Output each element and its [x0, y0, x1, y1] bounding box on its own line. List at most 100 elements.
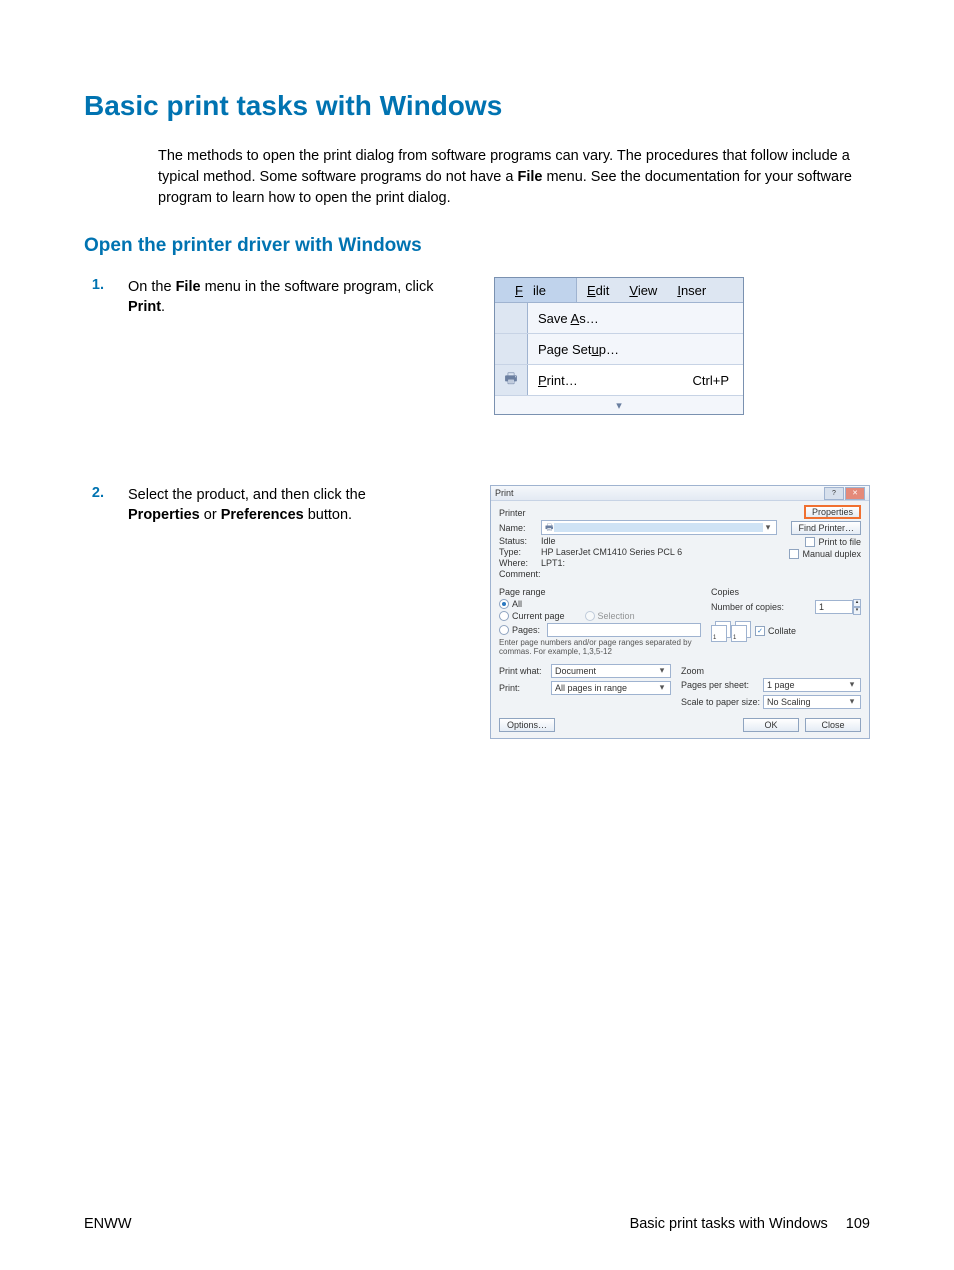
radio-current-page[interactable]: Current page — [499, 611, 565, 621]
menu-edit[interactable]: Edit — [577, 283, 619, 298]
checkbox-label: Collate — [768, 626, 796, 636]
chevron-down-icon: ▾ — [847, 679, 857, 690]
dropdown-value: No Scaling — [767, 697, 847, 707]
menu-item-print[interactable]: 🖶 Print… Ctrl+P — [495, 365, 743, 396]
page-range-hint: Enter page numbers and/or page ranges se… — [499, 639, 701, 657]
where-label: Where: — [499, 558, 541, 568]
radio-label: All — [512, 599, 522, 609]
print-dropdown[interactable]: All pages in range▾ — [551, 681, 671, 695]
checkbox-label: Manual duplex — [802, 549, 861, 559]
close-button[interactable]: Close — [805, 718, 861, 732]
checkbox-label: Print to file — [818, 537, 861, 547]
step-row: 1. On the File menu in the software prog… — [84, 277, 870, 415]
step-frag: button. — [304, 507, 352, 523]
radio-label: Pages: — [512, 625, 540, 635]
footer-section: Basic print tasks with Windows — [630, 1216, 828, 1232]
section-subtitle: Open the printer driver with Windows — [84, 235, 870, 257]
dropdown-value: 1 page — [767, 680, 847, 690]
status-label: Status: — [499, 536, 541, 546]
close-icon[interactable]: ✕ — [845, 487, 865, 500]
step-bold: Properties — [128, 507, 200, 523]
menu-view[interactable]: View — [619, 283, 667, 298]
dropdown-value: Document — [555, 666, 657, 676]
page-range-label: Page range — [499, 587, 701, 597]
step-row: 2. Select the product, and then click th… — [84, 485, 870, 739]
step-number: 1. — [84, 277, 104, 318]
printer-name-redacted — [554, 523, 764, 532]
radio-label: Selection — [598, 611, 635, 621]
find-printer-button[interactable]: Find Printer… — [791, 521, 861, 535]
dialog-title: Print — [495, 488, 514, 498]
step-number: 2. — [84, 485, 104, 526]
intro-paragraph: The methods to open the print dialog fro… — [158, 146, 870, 209]
radio-selection: Selection — [585, 611, 635, 621]
where-value: LPT1: — [541, 558, 565, 568]
menu-screenshot: File Edit View Inser Save As… Page Setup… — [494, 277, 744, 415]
properties-button[interactable]: Properties — [804, 505, 861, 519]
step-text: On the File menu in the software program… — [128, 277, 444, 318]
pages-per-sheet-label: Pages per sheet: — [681, 680, 763, 690]
menu-shortcut: Ctrl+P — [693, 365, 743, 395]
page-footer: ENWW Basic print tasks with Windows 109 — [84, 1216, 870, 1232]
printer-icon: 🖶 — [495, 365, 528, 395]
num-copies-label: Number of copies: — [711, 602, 815, 612]
menu-icon-placeholder — [495, 303, 528, 333]
step-frag: menu in the software program, click — [201, 279, 434, 295]
dropdown-value: All pages in range — [555, 683, 657, 693]
comment-label: Comment: — [499, 569, 541, 579]
step-text: Select the product, and then click the P… — [128, 485, 440, 526]
num-copies-input[interactable]: 1 — [815, 600, 853, 614]
intro-bold-file: File — [517, 169, 542, 185]
menu-icon-placeholder — [495, 334, 528, 364]
print-label: Print: — [499, 683, 551, 693]
print-dialog: Print ? ✕ Printer Name: — [490, 485, 870, 739]
step-bold: Print — [128, 299, 161, 315]
menu-file[interactable]: File — [495, 278, 577, 302]
step-frag: or — [200, 507, 221, 523]
menu-item-pagesetup[interactable]: Page Setup… — [495, 334, 743, 365]
collate-icon: 21 21 — [711, 621, 747, 641]
copies-label: Copies — [711, 587, 861, 597]
pages-input[interactable] — [547, 623, 701, 637]
printer-icon: 🖶 — [545, 520, 554, 536]
menu-bar: File Edit View Inser — [495, 278, 743, 303]
step-bold: Preferences — [221, 507, 304, 523]
type-label: Type: — [499, 547, 541, 557]
num-copies-value: 1 — [819, 602, 824, 612]
page-title: Basic print tasks with Windows — [84, 90, 870, 122]
menu-expand-chevron-icon[interactable]: ▾ — [495, 396, 743, 414]
radio-pages[interactable]: Pages: — [499, 623, 701, 637]
step-frag: . — [161, 299, 165, 315]
zoom-label: Zoom — [681, 666, 861, 676]
printer-name-dropdown[interactable]: 🖶 ▾ — [541, 520, 777, 535]
scale-dropdown[interactable]: No Scaling▾ — [763, 695, 861, 709]
help-icon[interactable]: ? — [824, 487, 844, 500]
collate-checkbox[interactable]: ✓Collate — [755, 626, 796, 636]
dialog-titlebar: Print ? ✕ — [491, 486, 869, 501]
status-value: Idle — [541, 536, 556, 546]
step-frag: Select the product, and then click the — [128, 487, 366, 503]
scale-label: Scale to paper size: — [681, 697, 763, 707]
chevron-down-icon[interactable]: ▾ — [763, 522, 773, 533]
printer-section-label: Printer — [499, 508, 781, 518]
page-number: 109 — [846, 1216, 870, 1232]
print-what-dropdown[interactable]: Document▾ — [551, 664, 671, 678]
options-button[interactable]: Options… — [499, 718, 555, 732]
menu-insert[interactable]: Inser — [667, 283, 716, 298]
chevron-down-icon: ▾ — [657, 665, 667, 676]
step-frag: On the — [128, 279, 176, 295]
type-value: HP LaserJet CM1410 Series PCL 6 — [541, 547, 682, 557]
manual-duplex-checkbox[interactable]: Manual duplex — [789, 549, 861, 559]
chevron-down-icon: ▾ — [847, 696, 857, 707]
menu-item-saveas[interactable]: Save As… — [495, 303, 743, 334]
radio-all[interactable]: All — [499, 599, 701, 609]
name-label: Name: — [499, 523, 541, 533]
num-copies-spinner[interactable]: ▴▾ — [853, 599, 861, 615]
ok-button[interactable]: OK — [743, 718, 799, 732]
chevron-down-icon: ▾ — [657, 682, 667, 693]
radio-label: Current page — [512, 611, 565, 621]
print-what-label: Print what: — [499, 666, 551, 676]
print-to-file-checkbox[interactable]: Print to file — [805, 537, 861, 547]
pages-per-sheet-dropdown[interactable]: 1 page▾ — [763, 678, 861, 692]
footer-left: ENWW — [84, 1216, 132, 1232]
